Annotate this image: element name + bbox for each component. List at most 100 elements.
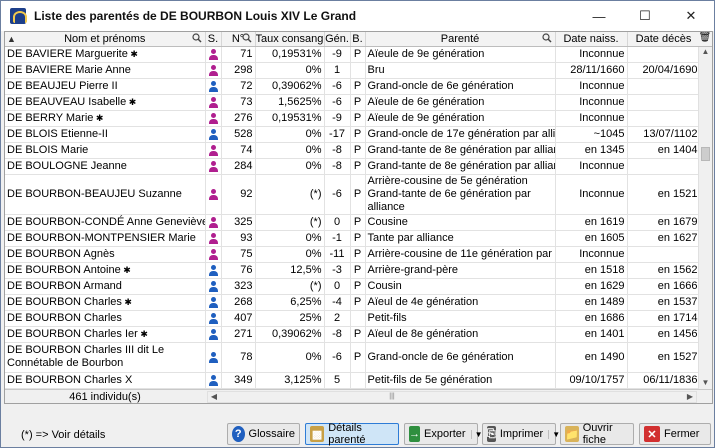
chevron-down-icon[interactable]: ▼ [470, 429, 483, 439]
row-consang: (*) [255, 214, 325, 231]
table-row[interactable]: DE BOURBON Antoine ✱ 76 12,5% -3 P Arrière-gr… [5, 262, 701, 279]
row-sex [205, 294, 222, 311]
row-num: 92 [221, 174, 256, 215]
row-birth: Inconnue [555, 110, 628, 127]
table-row[interactable]: DE BAVIERE Marie Anne 298 0% 1 Bru 28/11/1660… [5, 62, 701, 79]
row-name: DE BOURBON Charles [5, 310, 206, 327]
row-consang: 6,25% [255, 294, 325, 311]
col-header-birth-label: Date naiss. [563, 32, 619, 45]
exporter-button[interactable]: → Exporter ▼ [404, 423, 483, 445]
row-birth: en 1686 [555, 310, 628, 327]
sort-ascending-icon: ▲ [7, 34, 16, 44]
glossaire-button[interactable]: ? Glossaire [227, 423, 300, 445]
title-bar: Liste des parentés de DE BOURBON Louis X… [1, 1, 714, 31]
row-sex [205, 126, 222, 143]
table-row[interactable]: DE BERRY Marie ✱ 276 0,19531% -9 P Aïeule de … [5, 110, 701, 127]
chevron-down-icon[interactable]: ▼ [548, 429, 560, 439]
row-parente: Bru [365, 62, 556, 79]
col-header-consang[interactable]: Taux consang. [255, 32, 325, 47]
horizontal-scrollbar[interactable]: ◀ ||| ▶ [207, 391, 697, 403]
maximize-button[interactable]: ☐ [622, 1, 668, 31]
row-death: en 1404 [627, 142, 701, 159]
col-header-parente[interactable]: Parenté [365, 32, 556, 47]
male-person-icon [208, 374, 218, 386]
ouvrir-fiche-button[interactable]: 📁 Ouvrir fiche [560, 422, 634, 446]
male-person-icon [208, 312, 218, 324]
search-icon[interactable] [191, 33, 202, 43]
table-row[interactable]: DE BEAUJEU Pierre II 72 0,39062% -6 P Grand-o… [5, 78, 701, 95]
row-name: DE BOURBON Charles X [5, 372, 206, 389]
person-name: DE BOURBON Charles Ier [7, 328, 138, 340]
col-header-num[interactable]: N° [221, 32, 256, 47]
male-person-icon [208, 128, 218, 140]
row-gen: -6 [324, 78, 351, 95]
fermer-button[interactable]: ✕ Fermer [639, 423, 711, 445]
asterisk-icon: ✱ [120, 265, 131, 275]
table-row[interactable]: DE BOURBON Charles Ier ✱ 271 0,39062% -8 P Aï… [5, 326, 701, 343]
table-row[interactable]: DE BLOIS Etienne-II 528 0% -17 P Grand-oncle … [5, 126, 701, 143]
table-row[interactable]: DE BOURBON Charles X 349 3,125% 5 Petit-fils… [5, 372, 701, 389]
table-row[interactable]: DE BOURBON Armand 323 (*) 0 P Cousin en 1629 en… [5, 278, 701, 295]
close-window-button[interactable]: ✕ [668, 1, 714, 31]
row-num: 349 [221, 372, 256, 389]
minimize-button[interactable]: — [576, 1, 622, 31]
search-icon[interactable] [241, 33, 252, 43]
row-sex [205, 158, 222, 175]
col-header-name[interactable]: ▲ Nom et prénoms [5, 32, 206, 47]
vertical-scroll-thumb[interactable] [701, 147, 710, 161]
row-sex [205, 230, 222, 247]
col-header-b[interactable]: B. [350, 32, 366, 47]
vertical-scrollbar[interactable]: ▲ ▼ [698, 47, 712, 390]
col-header-b-label: B. [352, 32, 363, 45]
row-birth: en 1629 [555, 278, 628, 295]
row-birth: Inconnue [555, 46, 628, 63]
trash-icon[interactable]: 🗑 [698, 32, 712, 47]
person-name: DE BOURBON Charles [7, 296, 122, 308]
person-name: DE BOURBON Charles III dit Le Connétable… [7, 344, 165, 369]
row-gen: -9 [324, 46, 351, 63]
header-row: ▲ Nom et prénoms S. N° Taux consang. Gén.… [5, 32, 701, 47]
row-consang: 0,39062% [255, 326, 325, 343]
horizontal-scroll-thumb[interactable]: ||| [386, 393, 398, 401]
record-count: 461 individu(s) [69, 390, 141, 403]
col-header-sex[interactable]: S. [205, 32, 222, 47]
row-num: 71 [221, 46, 256, 63]
table-row[interactable]: DE BEAUVEAU Isabelle ✱ 73 1,5625% -6 P Aïeule… [5, 94, 701, 111]
female-person-icon [208, 96, 218, 108]
row-consang: 25% [255, 310, 325, 327]
table-row[interactable]: DE BOURBON-CONDÉ Anne Geneviève 325 (*) 0 P C… [5, 214, 701, 231]
table-row[interactable]: DE BOURBON Agnès 75 0% -11 P Arrière-cousine … [5, 246, 701, 263]
col-header-death[interactable]: Date décès [627, 32, 701, 47]
row-parente: Petit-fils [365, 310, 556, 327]
row-gen: -8 [324, 142, 351, 159]
table-row[interactable]: DE BOURBON Charles ✱ 268 6,25% -4 P Aïeul de … [5, 294, 701, 311]
col-header-birth[interactable]: Date naiss. [555, 32, 628, 47]
exporter-label: Exporter [424, 428, 466, 440]
row-name: DE BEAUVEAU Isabelle ✱ [5, 94, 206, 111]
male-person-icon [208, 280, 218, 292]
search-icon[interactable] [541, 33, 552, 43]
imprimer-button[interactable]: ⎘ Imprimer ▼ [482, 423, 560, 445]
table-row[interactable]: DE BAVIERE Marguerite ✱ 71 0,19531% -9 P Aïeu… [5, 46, 701, 63]
table-row[interactable]: DE BOURBON-BEAUJEU Suzanne 92 (*) -6 P Arrièr… [5, 174, 701, 215]
table-row[interactable]: DE BOURBON-MONTPENSIER Marie 93 0% -1 P Tante… [5, 230, 701, 247]
col-header-parente-label: Parenté [440, 32, 480, 45]
row-consang: 0% [255, 158, 325, 175]
row-consang: 0% [255, 62, 325, 79]
row-num: 74 [221, 142, 256, 159]
table-row[interactable]: DE BOULOGNE Jeanne 284 0% -8 P Grand-tante de… [5, 158, 701, 175]
details-parente-button[interactable]: ▩ Détails parenté [305, 422, 399, 446]
row-death [627, 46, 701, 63]
table-row[interactable]: DE BLOIS Marie 74 0% -8 P Grand-tante de 8e g… [5, 142, 701, 159]
col-header-gen[interactable]: Gén. [324, 32, 351, 47]
scroll-up-arrow-icon[interactable]: ▲ [699, 47, 712, 59]
row-gen: -3 [324, 262, 351, 279]
scroll-left-arrow-icon[interactable]: ◀ [208, 392, 220, 402]
female-person-icon [208, 144, 218, 156]
row-death: en 1456 [627, 326, 701, 343]
table-row[interactable]: DE BOURBON Charles III dit Le Connétable… [5, 342, 701, 373]
scroll-right-arrow-icon[interactable]: ▶ [684, 392, 696, 402]
row-death: en 1562 [627, 262, 701, 279]
person-name: DE BAVIERE Marguerite [7, 48, 128, 60]
table-row[interactable]: DE BOURBON Charles 407 25% 2 Petit-fils en 16… [5, 310, 701, 327]
